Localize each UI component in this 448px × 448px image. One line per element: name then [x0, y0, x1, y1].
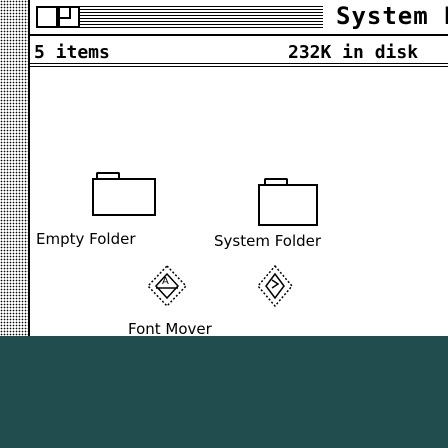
finder-window[interactable]: System Dis 5 items 232K in disk Empty Fo…: [28, 0, 448, 338]
window-title-bar[interactable]: System Dis: [30, 0, 448, 36]
empty-folder-label: Empty Folder: [36, 230, 136, 248]
font-mover-icon: A: [146, 264, 188, 308]
disk-free-space: 232K in disk: [288, 42, 419, 63]
application-item[interactable]: [250, 262, 300, 312]
title-bar-stripes: [78, 6, 323, 28]
bottom-dark-area: [0, 336, 448, 448]
window-info-bar: 5 items 232K in disk: [30, 36, 448, 67]
svg-text:A: A: [162, 276, 169, 287]
zoom-box[interactable]: [58, 6, 80, 28]
close-box[interactable]: [36, 6, 58, 28]
window-title: System Dis: [332, 2, 448, 30]
items-count: 5 items: [34, 42, 110, 63]
system-folder-label: System Folder: [214, 232, 322, 250]
diamond-app-icon: [257, 264, 293, 308]
font-mover-item[interactable]: A: [142, 262, 192, 312]
